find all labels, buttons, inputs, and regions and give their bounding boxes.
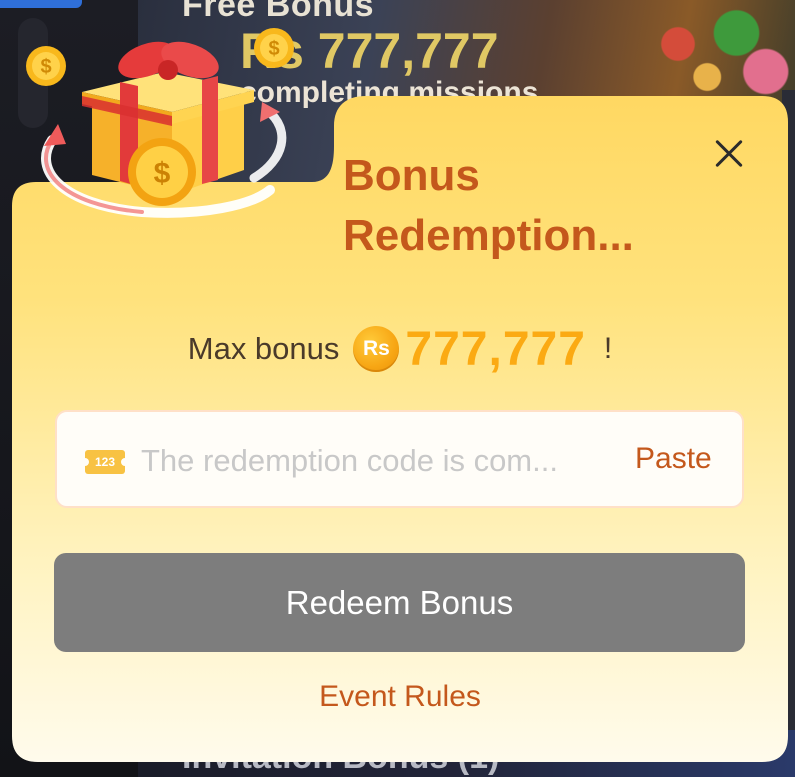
- max-bonus-label: Max bonus: [187, 331, 340, 366]
- redeem-bonus-button[interactable]: Redeem Bonus: [54, 553, 745, 652]
- banner-artwork: [600, 0, 795, 110]
- max-bonus-amount: 777,777: [405, 322, 586, 376]
- ticket-icon: 123: [81, 450, 129, 474]
- svg-text:$: $: [154, 157, 171, 190]
- gift-icon: $ $ $: [26, 28, 294, 218]
- coin-icon: Rs: [353, 326, 400, 372]
- close-icon[interactable]: [708, 134, 748, 174]
- event-rules-link[interactable]: Event Rules: [12, 680, 788, 714]
- max-bonus-suffix: !: [603, 332, 613, 365]
- redemption-code-field[interactable]: 123 Paste: [55, 410, 744, 508]
- coin-icon: $: [128, 138, 196, 206]
- paste-button[interactable]: Paste: [635, 442, 712, 476]
- coin-icon: $: [26, 46, 66, 86]
- redemption-code-input[interactable]: [141, 434, 611, 488]
- coin-icon: $: [254, 28, 294, 68]
- max-bonus-row: Max bonus Rs 777,777 !: [12, 322, 788, 376]
- dialog-title: Bonus Redemption...: [343, 151, 634, 260]
- svg-text:$: $: [268, 38, 279, 60]
- sidebar-tab: [0, 0, 82, 8]
- svg-text:$: $: [40, 56, 51, 78]
